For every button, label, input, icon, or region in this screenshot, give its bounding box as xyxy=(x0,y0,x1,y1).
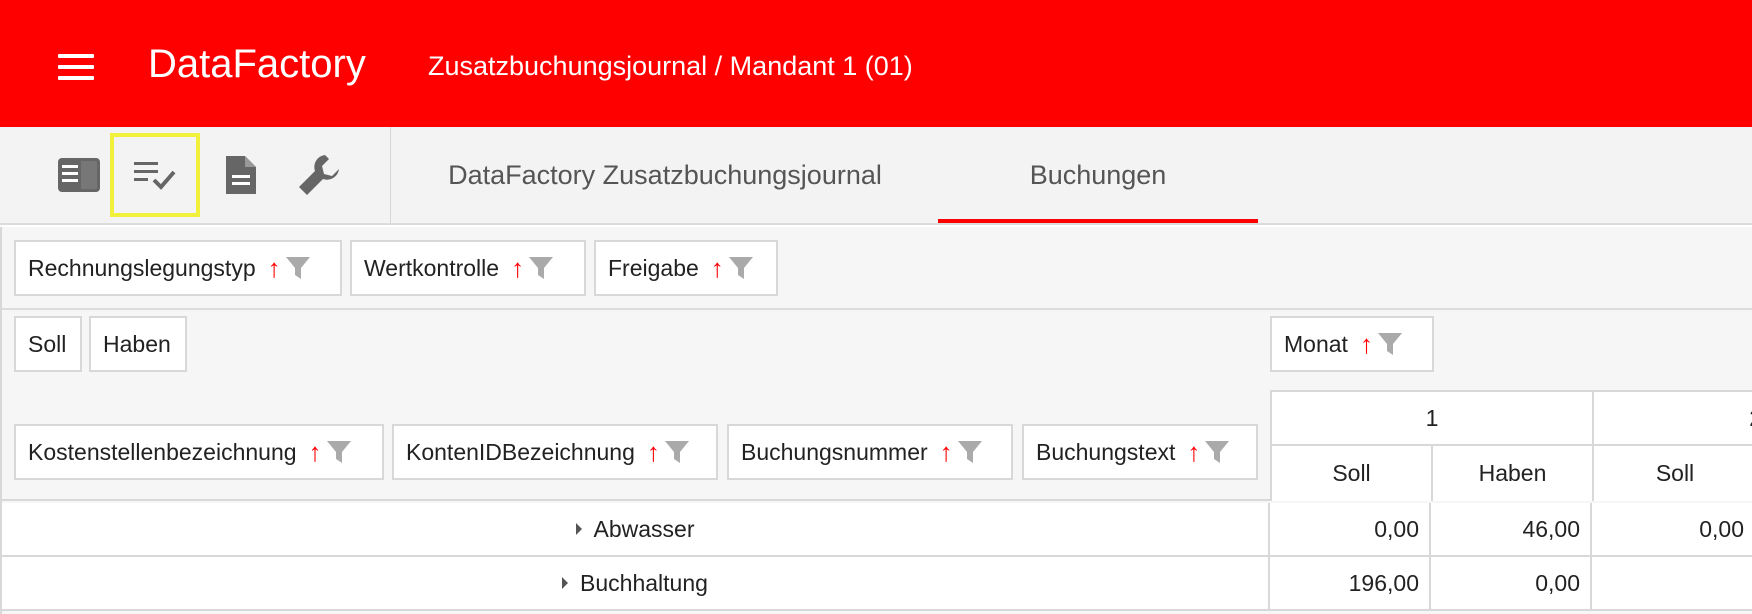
hamburger-menu-icon[interactable] xyxy=(58,54,94,80)
sort-asc-icon[interactable]: ↑ xyxy=(309,439,322,465)
column-field-monat[interactable]: Monat ↑ xyxy=(1270,316,1434,372)
row-field-kontenidbezeichnung[interactable]: KontenIDBezeichnung ↑ xyxy=(392,424,718,480)
column-header-label: Soll xyxy=(1655,460,1695,486)
column-header-month-1[interactable]: 1 xyxy=(1272,392,1594,446)
field-label: Haben xyxy=(103,330,171,357)
filter-icon[interactable] xyxy=(728,255,754,281)
expand-icon[interactable] xyxy=(575,523,582,535)
sort-asc-icon[interactable]: ↑ xyxy=(268,255,281,281)
sort-asc-icon[interactable]: ↑ xyxy=(940,439,953,465)
field-label: Monat xyxy=(1284,330,1348,357)
toolbar: DataFactory Zusatzbuchungsjournal Buchun… xyxy=(0,127,1752,225)
column-header-grid: 1 2 Soll Haben Soll xyxy=(1270,390,1752,501)
table-row: Abwasser 0,00 46,00 0,00 xyxy=(2,503,1752,557)
column-header-month-2[interactable]: 2 xyxy=(1594,392,1752,446)
settings-button[interactable] xyxy=(274,133,364,217)
sort-asc-icon[interactable]: ↑ xyxy=(511,255,524,281)
sort-asc-icon[interactable]: ↑ xyxy=(1360,331,1373,357)
cell-value: 0,00 xyxy=(1431,557,1592,609)
cell-value xyxy=(1592,557,1752,609)
checklist-icon xyxy=(134,162,176,190)
panel-icon xyxy=(58,158,100,192)
column-header-label: Soll xyxy=(1332,460,1371,486)
toolbar-divider xyxy=(390,127,391,223)
field-chip-wertkontrolle[interactable]: Wertkontrolle ↑ xyxy=(350,240,586,296)
filter-icon[interactable] xyxy=(1204,439,1230,465)
sort-asc-icon[interactable]: ↑ xyxy=(711,255,724,281)
cell-value: 46,00 xyxy=(1431,503,1592,555)
row-header-buchhaltung[interactable]: Buchhaltung xyxy=(2,557,1270,609)
header-area: Soll Haben Monat ↑ Kostenstellenbezeichn… xyxy=(2,312,1752,501)
table-row: Buchhaltung 196,00 0,00 xyxy=(2,557,1752,611)
checklist-button[interactable] xyxy=(110,133,200,217)
filter-icon[interactable] xyxy=(664,439,690,465)
sort-asc-icon[interactable]: ↑ xyxy=(1187,439,1200,465)
cell-value: 0,00 xyxy=(1270,503,1431,555)
tab-label: DataFactory Zusatzbuchungsjournal xyxy=(448,159,882,190)
field-label: KontenIDBezeichnung xyxy=(406,438,635,465)
row-field-buchungsnummer[interactable]: Buchungsnummer ↑ xyxy=(727,424,1013,480)
column-subheader-soll[interactable]: Soll xyxy=(1272,446,1433,501)
row-label: Buchhaltung xyxy=(580,569,708,596)
row-header-abwasser[interactable]: Abwasser xyxy=(2,503,1270,555)
filter-icon[interactable] xyxy=(1377,331,1403,357)
expand-icon[interactable] xyxy=(562,577,569,589)
field-label: Wertkontrolle xyxy=(364,254,500,281)
filter-icon[interactable] xyxy=(957,439,983,465)
field-chip-freigabe[interactable]: Freigabe ↑ xyxy=(594,240,778,296)
wrench-icon xyxy=(299,155,339,195)
row-label: Abwasser xyxy=(593,515,695,542)
filter-icon[interactable] xyxy=(326,439,352,465)
field-label: Freigabe xyxy=(608,254,699,281)
sort-asc-icon[interactable]: ↑ xyxy=(647,439,660,465)
filter-icon[interactable] xyxy=(528,255,554,281)
app-title: DataFactory xyxy=(148,42,366,86)
column-header-label: Haben xyxy=(1478,460,1547,486)
app-header: DataFactory Zusatzbuchungsjournal / Mand… xyxy=(0,0,1752,127)
field-label: Soll xyxy=(28,330,67,357)
field-label: Rechnungslegungstyp xyxy=(28,254,256,281)
page-title: Zusatzbuchungsjournal / Mandant 1 (01) xyxy=(428,51,913,81)
tab-zusatzbuchungsjournal[interactable]: DataFactory Zusatzbuchungsjournal xyxy=(420,127,910,223)
tab-label: Buchungen xyxy=(1029,159,1167,190)
cell-value: 196,00 xyxy=(1270,557,1431,609)
row-field-buchungstext[interactable]: Buchungstext ↑ xyxy=(1022,424,1258,480)
data-field-haben[interactable]: Haben xyxy=(89,316,187,372)
cell-value: 0,00 xyxy=(1699,515,1744,542)
column-header-label: 1 xyxy=(1425,404,1439,431)
field-label: Buchungstext xyxy=(1036,438,1176,465)
document-button[interactable] xyxy=(196,133,286,217)
column-subheader-haben[interactable]: Haben xyxy=(1433,446,1594,501)
row-field-kostenstellenbezeichnung[interactable]: Kostenstellenbezeichnung ↑ xyxy=(14,424,384,480)
filter-icon[interactable] xyxy=(285,255,311,281)
tab-buchungen[interactable]: Buchungen xyxy=(938,127,1258,223)
pivot-grid: Rechnungslegungstyp ↑ Wertkontrolle ↑ Fr… xyxy=(0,227,1752,614)
column-subheader-soll[interactable]: Soll xyxy=(1594,446,1752,501)
data-field-soll[interactable]: Soll xyxy=(14,316,82,372)
field-chip-rechnungslegungstyp[interactable]: Rechnungslegungstyp ↑ xyxy=(14,240,342,296)
field-label: Buchungsnummer xyxy=(741,438,928,465)
filter-area: Rechnungslegungstyp ↑ Wertkontrolle ↑ Fr… xyxy=(2,227,1752,310)
document-icon xyxy=(226,156,256,194)
field-label: Kostenstellenbezeichnung xyxy=(28,438,297,465)
